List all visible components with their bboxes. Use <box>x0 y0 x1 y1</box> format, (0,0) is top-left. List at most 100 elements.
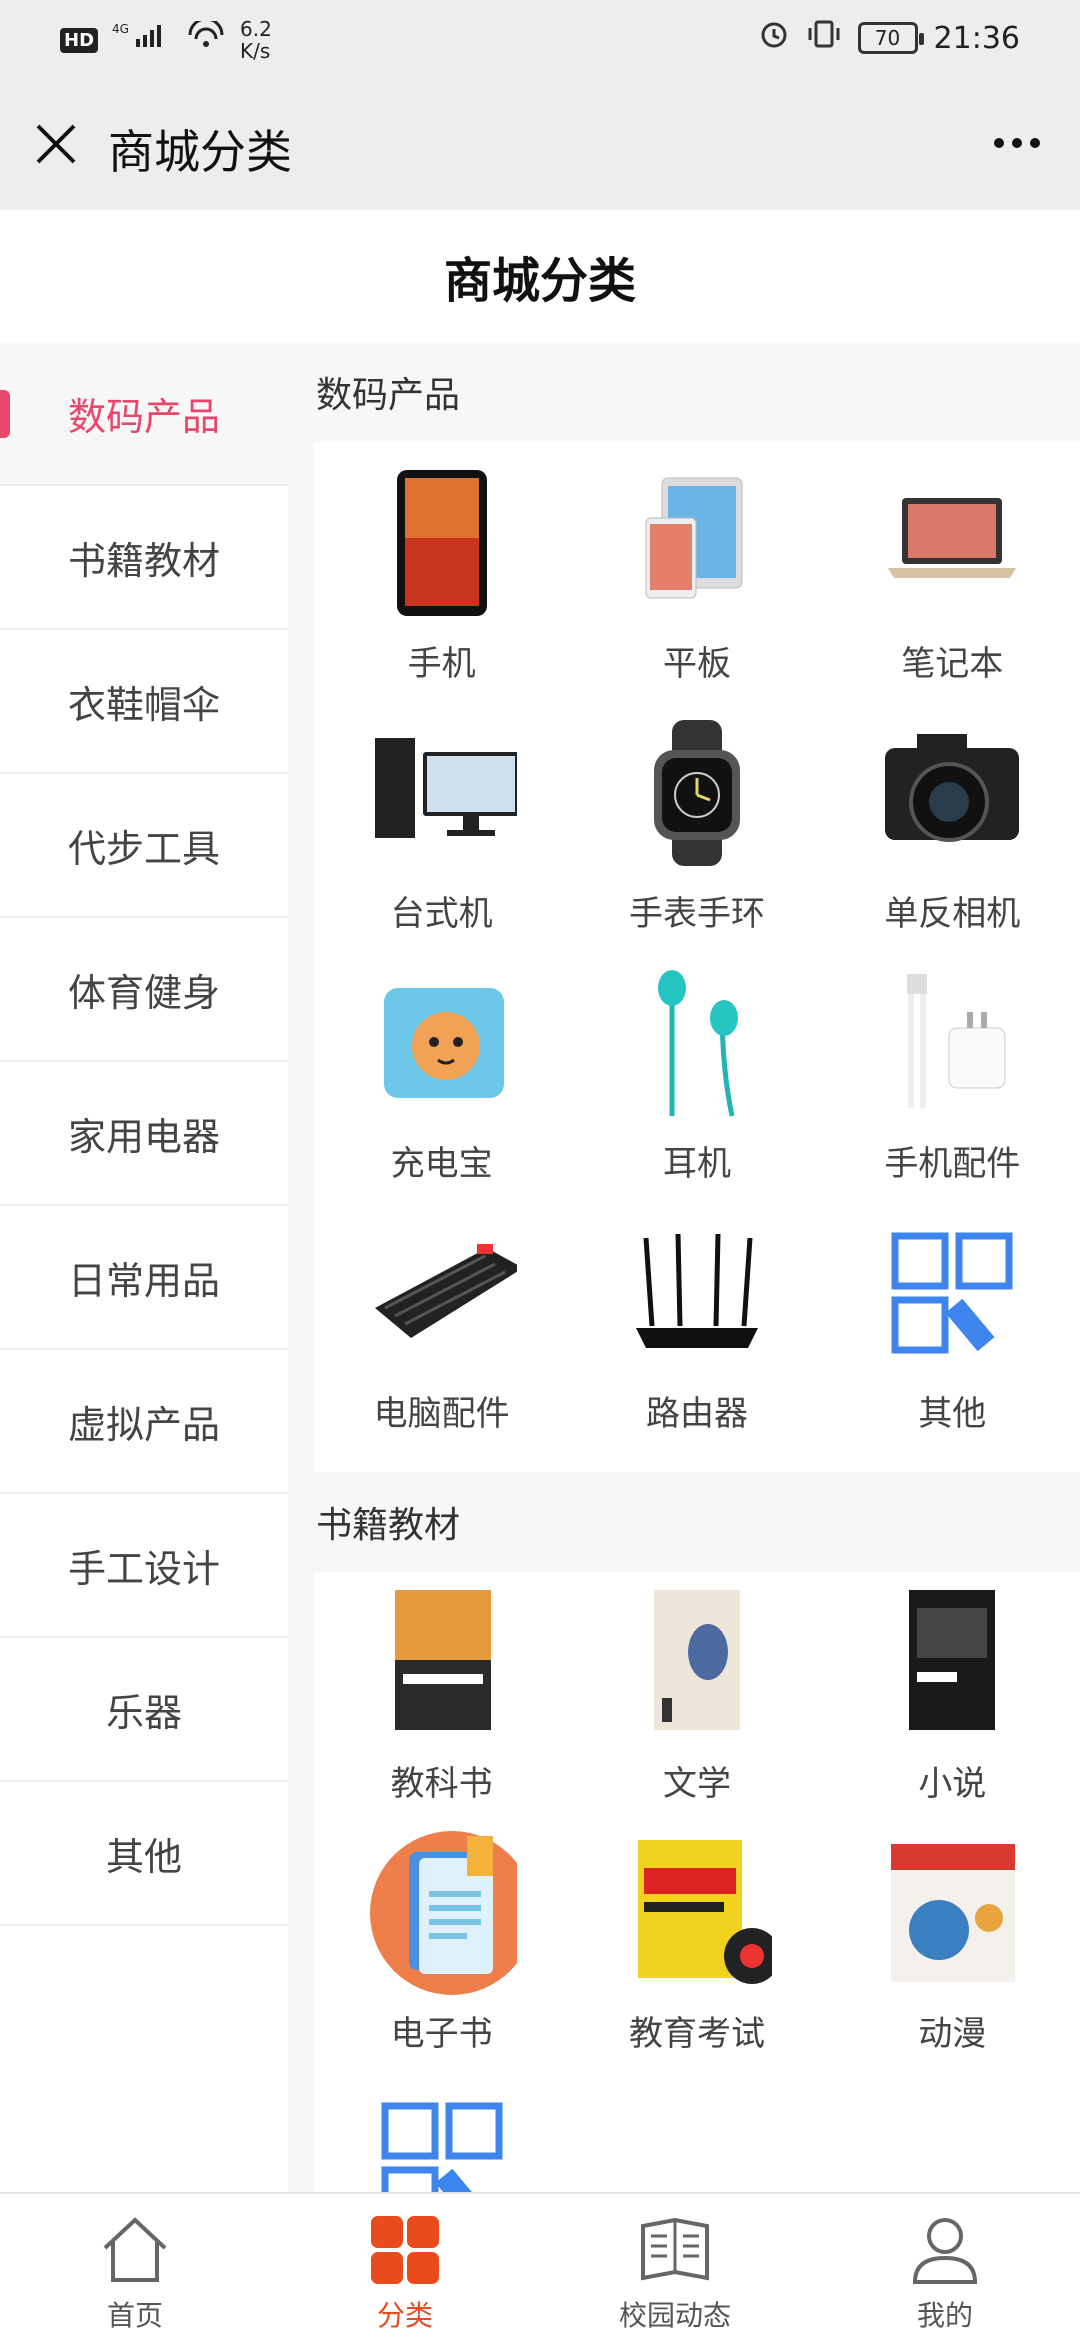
hd-indicator: HD <box>60 27 99 53</box>
category-item[interactable]: 教科书 <box>314 1582 569 1832</box>
category-label: 教育考试 <box>628 2014 765 2054</box>
category-label: 电脑配件 <box>373 1394 510 1434</box>
camera-icon <box>877 718 1027 868</box>
sidebar-item-label: 体育健身 <box>67 970 220 1015</box>
category-item[interactable]: 手表手环 <box>569 712 824 962</box>
user-icon <box>912 2218 978 2284</box>
category-label: 单反相机 <box>884 894 1021 934</box>
category-label: 小说 <box>918 1764 987 1804</box>
sidebar-item-label: 家用电器 <box>67 1114 220 1159</box>
category-item[interactable]: 手机 <box>314 462 569 712</box>
sidebar-item-label: 乐器 <box>105 1690 182 1735</box>
category-item[interactable]: 单反相机 <box>825 712 1080 962</box>
home-icon <box>103 2217 167 2282</box>
section-title: 数码产品 <box>316 375 461 416</box>
sidebar-item-label: 虚拟产品 <box>67 1402 220 1447</box>
sidebar-item-instruments[interactable]: 乐器 <box>0 1638 288 1782</box>
vibrate-icon <box>806 18 842 58</box>
tab-label: 我的 <box>916 2299 973 2332</box>
category-label: 动漫 <box>918 2014 987 2054</box>
sidebar-item-label: 衣鞋帽伞 <box>67 682 220 727</box>
category-item[interactable]: 台式机 <box>314 712 569 962</box>
category-item[interactable]: 电脑配件 <box>314 1212 569 1462</box>
category-item[interactable]: 文学 <box>569 1582 824 1832</box>
sidebar-item-transport[interactable]: 代步工具 <box>0 774 288 918</box>
category-item[interactable]: 动漫 <box>825 1832 1080 2082</box>
sidebar-item-clothing[interactable]: 衣鞋帽伞 <box>0 630 288 774</box>
category-item[interactable]: 手机配件 <box>825 962 1080 1212</box>
sidebar-item-appliances[interactable]: 家用电器 <box>0 1062 288 1206</box>
net-speed: 6.2 K/s <box>240 17 272 63</box>
textbook-icon <box>367 1588 517 1738</box>
sidebar-item-daily[interactable]: 日常用品 <box>0 1206 288 1350</box>
category-label: 手表手环 <box>628 894 765 934</box>
other-grid-icon <box>367 2088 517 2192</box>
laptop-icon <box>877 468 1027 618</box>
sidebar-item-label: 书籍教材 <box>67 538 220 583</box>
ebook-icon <box>367 1831 517 1995</box>
nav-title: 商城分类 <box>108 125 292 179</box>
more-icon[interactable] <box>982 118 1052 168</box>
page-title: 商城分类 <box>0 210 1080 342</box>
category-label: 电子书 <box>390 2014 493 2054</box>
category-label: 平板 <box>662 644 731 684</box>
sidebar-item-sports[interactable]: 体育健身 <box>0 918 288 1062</box>
wifi-icon <box>186 17 226 59</box>
category-label: 其他 <box>918 1394 987 1434</box>
sidebar-item-books[interactable]: 书籍教材 <box>0 486 288 630</box>
earphones-icon <box>622 968 772 1118</box>
sidebar-item-label: 数码产品 <box>67 394 220 439</box>
category-content: 数码产品 手机 平板 笔记本 台式机 手表手环 单反相机 充电宝 耳机 手机配件… <box>314 342 1080 2192</box>
category-label: 文学 <box>662 1764 731 1804</box>
category-item[interactable]: 路由器 <box>569 1212 824 1462</box>
category-item[interactable]: 教育考试 <box>569 1832 824 2082</box>
tab-campus-news[interactable]: 校园动态 <box>540 2194 810 2340</box>
sidebar-item-label: 手工设计 <box>67 1546 220 1591</box>
category-label: 手机配件 <box>884 1144 1021 1184</box>
tab-label: 分类 <box>376 2299 433 2332</box>
category-item[interactable]: 充电宝 <box>314 962 569 1212</box>
category-grid-icon <box>371 2216 439 2284</box>
svg-text:4G: 4G <box>112 22 129 36</box>
category-label: 耳机 <box>662 1144 731 1184</box>
tablet-icon <box>622 468 772 618</box>
router-icon <box>622 1218 772 1368</box>
power-bank-icon <box>367 968 517 1118</box>
close-icon[interactable] <box>28 116 84 172</box>
category-label: 充电宝 <box>390 1144 493 1184</box>
category-item[interactable]: 电子书 <box>314 1831 569 2082</box>
clock: 21:36 <box>933 20 1020 56</box>
sidebar-item-other[interactable]: 其他 <box>0 1782 288 1926</box>
watch-icon <box>622 718 772 868</box>
keyboard-icon <box>367 1218 517 1368</box>
category-label: 路由器 <box>645 1394 748 1434</box>
sidebar-item-label: 其他 <box>105 1834 182 1879</box>
status-bar: HD 4G 6.2 K/s 70 21:36 <box>0 0 1080 80</box>
category-label: 教科书 <box>390 1764 493 1804</box>
tab-mine[interactable]: 我的 <box>810 2194 1080 2340</box>
category-item[interactable] <box>314 2082 569 2192</box>
category-label: 台式机 <box>390 894 493 934</box>
book-icon <box>641 2217 709 2281</box>
sidebar-item-digital[interactable]: 数码产品 <box>0 342 288 486</box>
section-title: 书籍教材 <box>316 1505 461 1546</box>
bottom-tab-bar: 首页 分类 校园动态 我的 <box>0 2192 1080 2340</box>
tab-category[interactable]: 分类 <box>270 2194 540 2340</box>
product-grid: 手机 平板 笔记本 台式机 手表手环 单反相机 充电宝 耳机 手机配件 电脑配件… <box>314 442 1080 1472</box>
sidebar-item-handmade[interactable]: 手工设计 <box>0 1494 288 1638</box>
nav-bar: 商城分类 <box>0 80 1080 210</box>
category-item[interactable]: 耳机 <box>569 962 824 1212</box>
tab-label: 校园动态 <box>618 2299 731 2332</box>
category-item[interactable]: 平板 <box>569 462 824 712</box>
battery-icon: 70 <box>857 22 924 54</box>
alarm-icon <box>758 18 790 58</box>
product-grid: 教科书 文学 小说 电子书 教育考试 动漫 <box>314 1572 1080 2192</box>
category-label: 笔记本 <box>901 644 1004 684</box>
sidebar-item-virtual[interactable]: 虚拟产品 <box>0 1350 288 1494</box>
other-grid-icon <box>877 1218 1027 1368</box>
sidebar-item-label: 代步工具 <box>67 826 220 871</box>
category-item[interactable]: 其他 <box>825 1212 1080 1462</box>
category-item[interactable]: 笔记本 <box>825 462 1080 712</box>
category-item[interactable]: 小说 <box>825 1582 1080 1832</box>
tab-home[interactable]: 首页 <box>0 2194 270 2340</box>
